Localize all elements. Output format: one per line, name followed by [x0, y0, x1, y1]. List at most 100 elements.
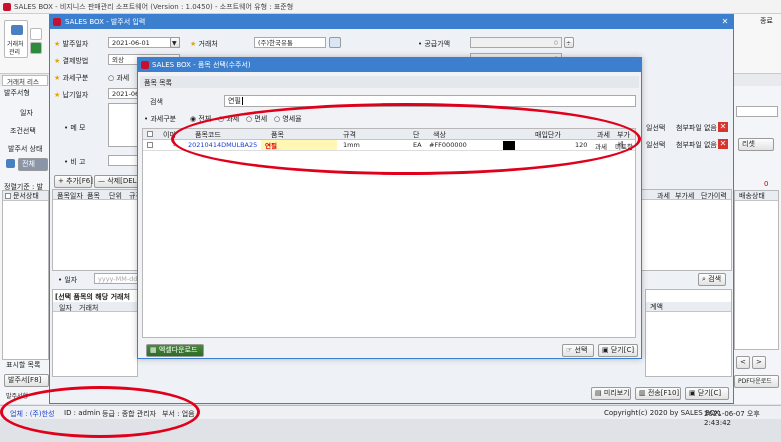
note-field[interactable] [108, 155, 138, 166]
right-input[interactable] [736, 106, 778, 117]
tab-vendor-list[interactable]: 거래처 리스 [2, 75, 48, 86]
left-label-status: 발주서 상태 [8, 145, 43, 153]
delivery-date-label: ★ 납기일자 [54, 91, 89, 99]
star-icon: ★ [54, 74, 61, 82]
star-icon: ★ [190, 40, 197, 48]
note-label: • 비 고 [64, 158, 86, 166]
vendor-icon [11, 25, 23, 35]
order-window-close-icon[interactable]: ✕ [719, 16, 731, 27]
vendor-history-header: 일자 거래처 [53, 302, 137, 312]
tax-type-label: ★ 과세구분 [54, 74, 89, 82]
date-filter-field[interactable]: yyyy-MM-dd [94, 273, 142, 284]
row-checkbox[interactable] [147, 142, 153, 148]
select-all-checkbox[interactable] [147, 131, 153, 137]
remove-file-icon-1[interactable]: ✕ [718, 122, 728, 132]
memo-field[interactable] [108, 103, 138, 147]
excel-tool-icon[interactable] [30, 42, 42, 54]
vendor-search-icon[interactable] [329, 37, 341, 48]
right-zero-value: 0 [764, 180, 769, 188]
refresh-icon[interactable] [6, 159, 15, 168]
add-item-button[interactable]: + 추가[F6] [54, 175, 93, 188]
right-history-header: 계액 [646, 302, 731, 312]
nav-next-button[interactable]: > [752, 356, 766, 369]
app-logo-icon [3, 3, 11, 11]
attach-file-label-1: 첨부파일 없음 [676, 124, 717, 132]
col-vat: 부가세 [675, 192, 695, 200]
left-list: 문서상태 [2, 190, 49, 360]
plus-icon: + [58, 177, 64, 185]
col-unit: 단위 [109, 192, 122, 200]
col-price-history: 단가이력 [701, 192, 727, 200]
display-list-label: 표시할 목록 [6, 361, 41, 369]
order-tab-button[interactable]: 발주서[F8] [4, 374, 49, 387]
left-label-condition: 조건선택 [10, 127, 36, 135]
tax-filter-label: • 과세구분 [144, 115, 177, 123]
highlight-circle-item-row [171, 103, 641, 175]
supply-spin-icon[interactable]: ÷ [564, 37, 574, 48]
payment-label: ★ 결제방법 [54, 57, 89, 65]
supply-amount-field: 0 [470, 37, 562, 48]
delete-item-button[interactable]: — 삭제[DEL] [94, 175, 140, 188]
send-button[interactable]: ▥ 전송[F10] [635, 387, 681, 400]
bottom-search-button[interactable]: ⌕ 검색 [698, 273, 726, 286]
excel-download-button[interactable]: ▦ 엑셀다운로드 [146, 344, 204, 357]
attach-file-label-2: 첨부파일 없음 [676, 141, 717, 149]
remove-file-icon-2[interactable]: ✕ [718, 139, 728, 149]
col-tax: 과세 [657, 192, 670, 200]
order-date-dropdown-icon[interactable]: ▼ [170, 37, 180, 48]
search-icon: ⌕ [702, 275, 706, 283]
status-datetime: 2021-06-07 오후 2:43:42 [704, 410, 760, 427]
file-select-label-1[interactable]: 일선택 [646, 123, 665, 133]
excel-icon: ▦ [150, 346, 157, 354]
hand-pointer-icon: ☞ [566, 346, 573, 354]
dialog-title: SALES BOX - 품목 선택(수주서) [152, 61, 251, 69]
col-item: 품목 [87, 192, 100, 200]
dialog-search-label: 검색 [150, 98, 163, 106]
item-list-section-title: 품목 목록 [140, 76, 639, 88]
close-window-icon: ▣ [602, 346, 609, 354]
supply-amount-label: • 공급가액 [418, 40, 451, 48]
app-title: SALES BOX - 비지니스 판매관리 소프트웨어 (Version : 1… [14, 3, 294, 11]
reset-button[interactable]: 리셋 [738, 138, 774, 151]
all-button[interactable]: 전체 [18, 158, 48, 171]
dialog-close-button[interactable]: ▣ 닫기[C] [598, 344, 638, 357]
order-close-button[interactable]: ▣ 닫기[C] [685, 387, 729, 400]
dialog-select-button[interactable]: ☞ 선택 [562, 344, 594, 357]
dialog-titlebar: SALES BOX - 품목 선택(수주서) [138, 58, 641, 72]
dialog-logo-icon [141, 61, 149, 69]
vendor-history-grid: [선택 품목의 해당 거래처 일자 거래처 [52, 289, 138, 377]
manage-label: 관리 [9, 49, 21, 56]
print-icon: ▤ [595, 389, 602, 397]
vendor-field[interactable]: (주)한국유통 [254, 37, 326, 48]
left-panel: 발주서형 일자 조건선택 발주서 상태 전체 정렬기준 : 발 문서상태 표시할… [0, 86, 49, 404]
left-list-checkbox[interactable] [5, 193, 11, 199]
minus-icon: — [98, 177, 105, 185]
vendor-manage-button[interactable]: 거래처 관리 [4, 20, 28, 58]
right-list-header-shipping: 배송상태 [735, 191, 778, 201]
delivery-date-field[interactable]: 2021-06-01 [108, 88, 138, 99]
app-titlebar: SALES BOX - 비지니스 판매관리 소프트웨어 (Version : 1… [0, 0, 781, 14]
col-history-date: 일자 [59, 304, 72, 312]
exit-label[interactable]: 종료 [760, 16, 773, 26]
nav-prev-button[interactable]: < [736, 356, 750, 369]
send-icon: ▥ [639, 389, 646, 397]
file-select-label-2[interactable]: 일선택 [646, 140, 665, 150]
col-item-date: 품목일자 [57, 192, 83, 200]
reset-label: 리셋 [742, 140, 755, 148]
small-tool-button[interactable] [30, 28, 42, 40]
right-list: 배송상태 [734, 190, 779, 350]
pdf-download-button[interactable]: PDF다운로드 [734, 375, 779, 388]
right-panel: 리셋 0 배송상태 < > PDF다운로드 [734, 86, 781, 404]
star-icon: ★ [54, 91, 61, 99]
close-window-icon: ▣ [689, 389, 696, 397]
right-history-grid: 계액 [645, 289, 732, 377]
vendor-history-title: [선택 품목의 해당 거래처 [55, 293, 130, 301]
star-icon: ★ [54, 57, 61, 65]
order-window-logo-icon [53, 18, 61, 26]
tax-type-radio[interactable]: ○ 과세 [108, 73, 129, 83]
left-label-order-form: 발주서형 [4, 89, 30, 97]
preview-button[interactable]: ▤ 미리보기 [591, 387, 631, 400]
left-label-date: 일자 [20, 109, 33, 117]
vendor-label: ★ 거래처 [190, 40, 218, 48]
order-window-titlebar: SALES BOX - 발주서 입력 ✕ [50, 15, 733, 29]
